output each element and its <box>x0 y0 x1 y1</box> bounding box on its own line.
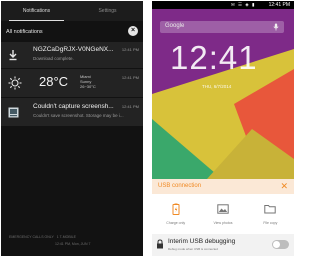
lock-icon <box>157 239 163 249</box>
usb-option-label: File copy <box>263 221 278 225</box>
status-bar: ✉ ☰ ◈ ▮ 12:41 PM <box>152 1 294 9</box>
tab-notifications[interactable]: Notifications <box>1 1 72 21</box>
usb-debugging-label: Interim USB debugging <box>168 238 236 245</box>
screenshot-icon <box>7 106 19 118</box>
wallpaper <box>152 9 294 179</box>
usb-option-charge-only[interactable]: Charge only <box>152 195 199 231</box>
shade-empty-area <box>1 127 143 237</box>
footer-time: 12:41 PM, Mon, JUN 7 <box>55 242 91 246</box>
date-widget: THU, 6/7/2014 <box>202 84 232 89</box>
usb-debugging-toggle[interactable] <box>272 240 289 249</box>
notification-time: 12:41 PM <box>121 75 139 80</box>
usb-sheet-title: USB connection <box>158 183 202 189</box>
search-bar[interactable]: Google <box>160 21 284 33</box>
notification-shade: Notifications Settings All notifications… <box>1 1 143 256</box>
usb-option-file-copy[interactable]: File copy <box>247 195 294 231</box>
battery-charge-icon <box>172 203 180 215</box>
usb-debugging-row[interactable]: Interim USB debugging Debug mode when US… <box>152 234 294 256</box>
screenshot-composite: Notifications Settings All notifications… <box>0 0 295 257</box>
usb-debugging-description: Debug mode when USB is connected <box>168 247 218 251</box>
weather-range: 26~30°C <box>80 84 96 89</box>
notification-screenshot[interactable]: Couldn't capture screensh... Couldn't sa… <box>1 98 143 126</box>
usb-sheet-header: USB connection ✕ <box>152 179 294 194</box>
search-placeholder: Google <box>165 23 185 29</box>
notification-text: Couldn't save screenshot. Storage may be… <box>33 113 124 118</box>
download-icon <box>7 49 19 61</box>
usb-option-label: Charge only <box>166 221 186 225</box>
notification-text: Download complete. <box>33 56 74 61</box>
toggle-knob <box>273 241 280 248</box>
clear-all-icon[interactable]: × <box>128 26 138 36</box>
status-time: 12:41 PM <box>268 2 290 8</box>
usb-connection-sheet: USB connection ✕ Charge only View photos… <box>152 179 294 256</box>
clock-widget[interactable]: 12:41 <box>170 39 258 77</box>
status-icons: ✉ ☰ ◈ ▮ <box>231 2 256 7</box>
usb-option-label: View photos <box>213 221 233 225</box>
photo-icon <box>217 204 229 214</box>
notification-download[interactable]: NGZCaDgRJX-V0NGeNX... Download complete.… <box>1 42 143 68</box>
mic-icon[interactable] <box>273 23 279 31</box>
weather-temperature: 28°C <box>39 74 69 89</box>
tab-settings[interactable]: Settings <box>72 1 143 21</box>
footer-carrier: EMERGENCY CALLS ONLY 1 T-MOBILE <box>9 235 76 239</box>
shade-tabs: Notifications Settings <box>1 1 143 21</box>
notification-time: 12:41 PM <box>121 47 139 52</box>
usb-option-view-photos[interactable]: View photos <box>199 195 246 231</box>
home-screen: ✉ ☰ ◈ ▮ 12:41 PM Google 12:41 THU, 6/7/2… <box>152 1 294 256</box>
folder-icon <box>264 205 277 214</box>
notification-title: NGZCaDgRJX-V0NGeNX... <box>33 46 114 53</box>
all-notifications-label: All notifications <box>6 29 43 35</box>
sun-icon <box>8 76 22 90</box>
close-icon[interactable]: ✕ <box>280 181 288 192</box>
notification-weather[interactable]: 28°C Miami Sunny 26~30°C 12:41 PM <box>1 69 143 97</box>
notification-time: 12:41 PM <box>121 104 139 109</box>
usb-options: Charge only View photos File copy <box>152 195 294 231</box>
weather-details: Miami Sunny 26~30°C <box>80 74 96 89</box>
notification-title: Couldn't capture screensh... <box>33 103 114 110</box>
